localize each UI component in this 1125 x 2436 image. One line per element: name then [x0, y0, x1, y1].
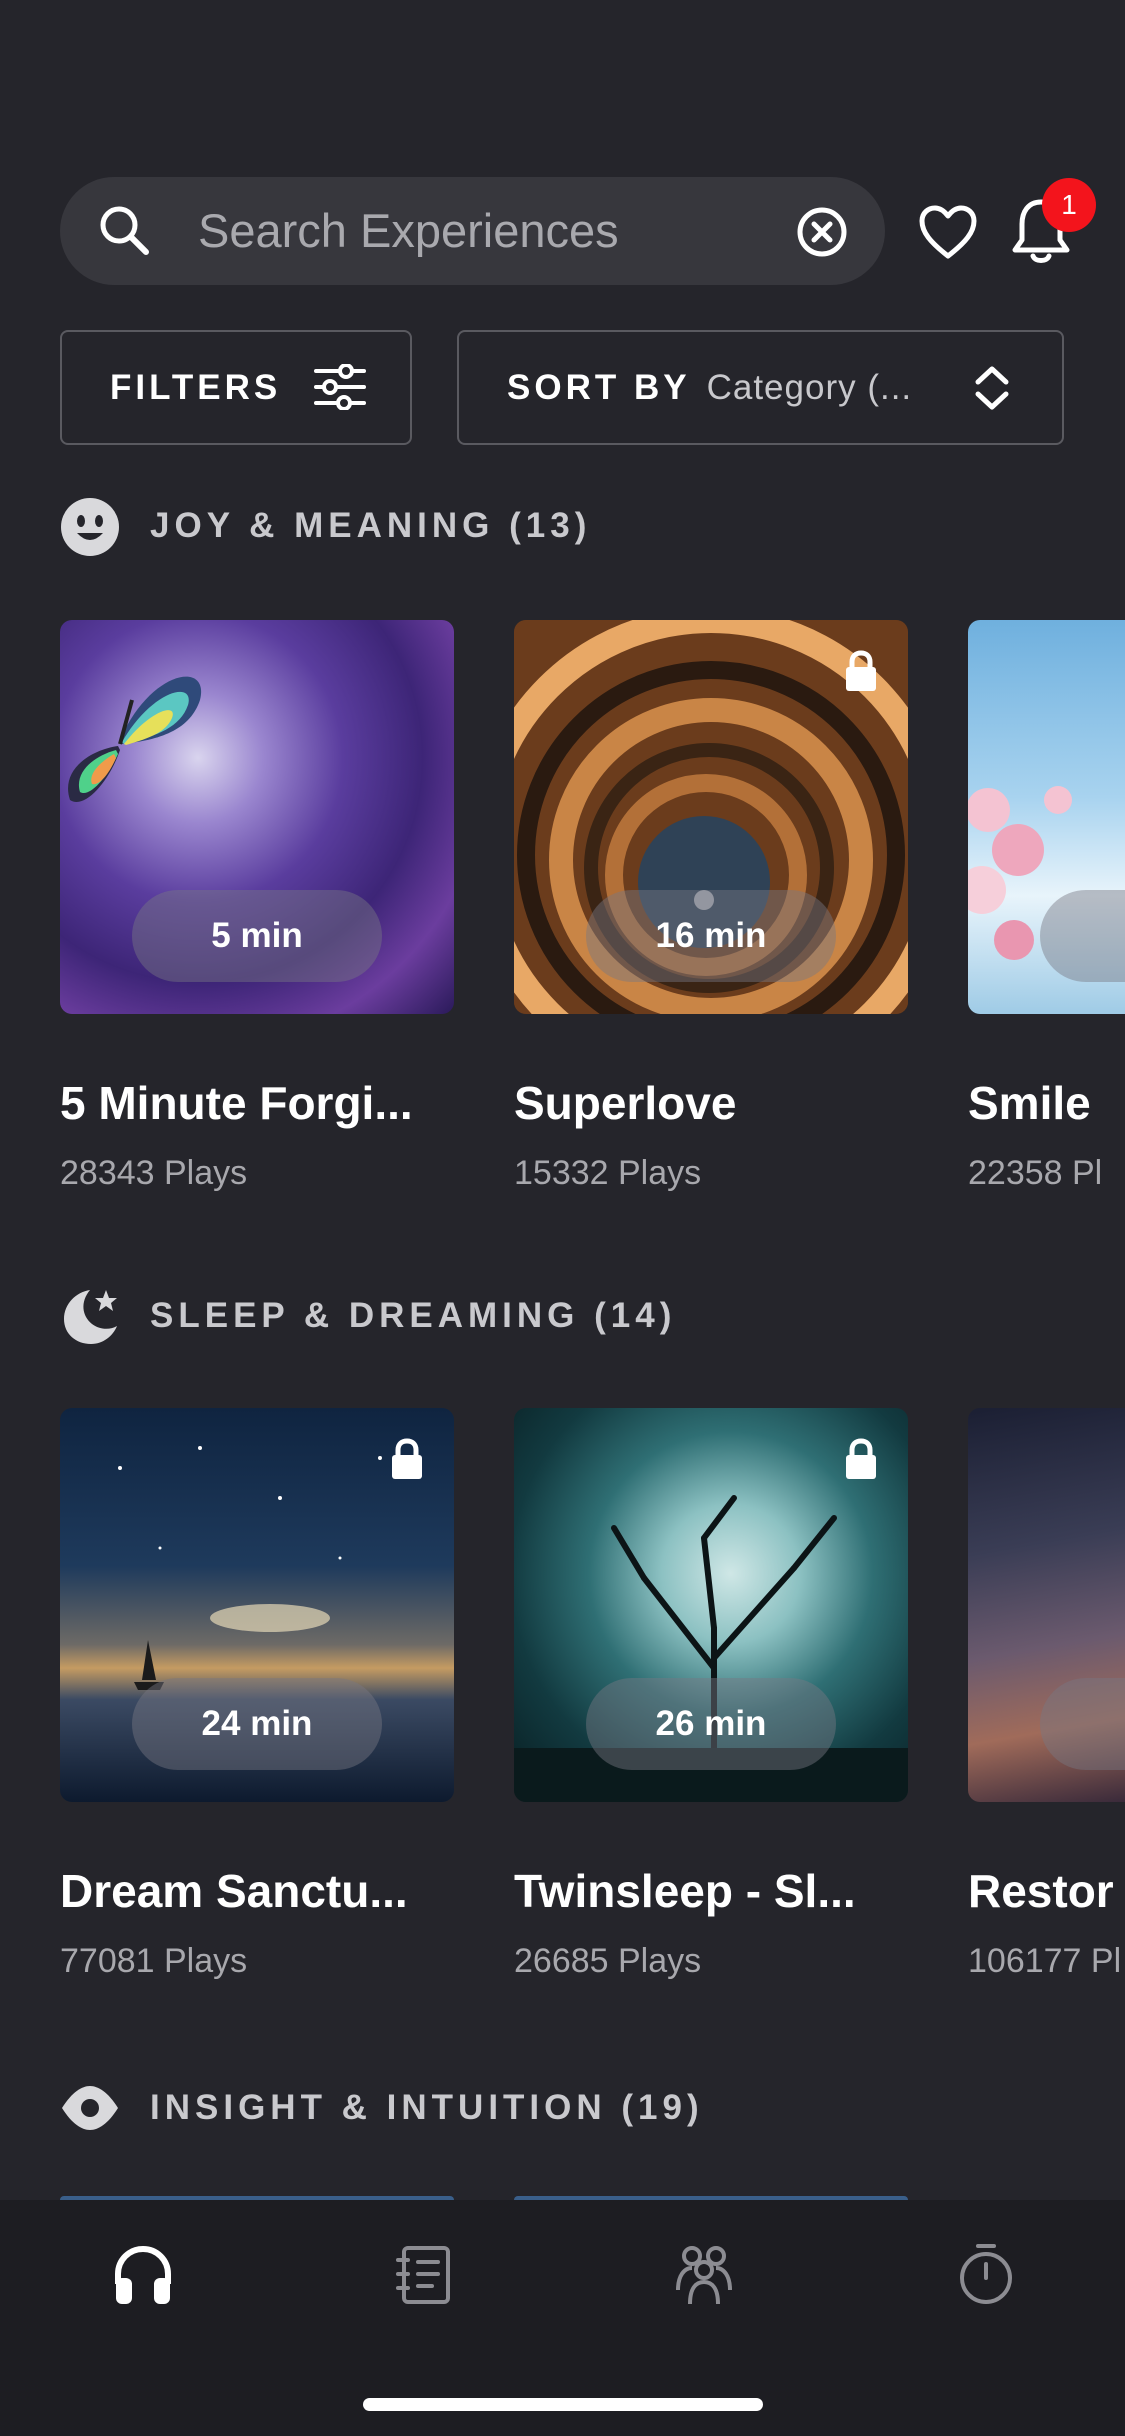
butterfly-image [68, 676, 202, 802]
experience-card-image[interactable]: 26 min [514, 1408, 908, 1802]
sort-by-value: Category (... [706, 367, 913, 407]
section-title: INSIGHT & INTUITION (19) [150, 2088, 704, 2127]
smiley-face-icon [61, 498, 119, 556]
duration-pill: 16 [1040, 890, 1125, 982]
search-input[interactable] [198, 195, 758, 265]
lock-icon [846, 1438, 876, 1479]
experience-card-image[interactable]: 16 [968, 620, 1125, 1014]
experience-title[interactable]: Smile [968, 1076, 1091, 1130]
section-title: JOY & MEANING (13) [150, 506, 592, 545]
experience-card-image[interactable]: 24 min [60, 1408, 454, 1802]
duration-pill: 5 min [132, 890, 382, 982]
experience-plays: 106177 Pl [968, 1942, 1122, 1980]
journal-icon[interactable] [396, 2244, 452, 2306]
experience-card-image[interactable]: 1 [968, 1408, 1125, 1802]
lock-icon [846, 650, 876, 691]
experience-plays: 15332 Plays [514, 1154, 702, 1192]
timer-icon[interactable] [956, 2242, 1016, 2306]
experience-plays: 28343 Plays [60, 1154, 248, 1192]
experience-plays: 26685 Plays [514, 1942, 702, 1980]
experience-card-image[interactable]: 5 min [60, 620, 454, 1014]
community-icon[interactable] [672, 2242, 736, 2306]
search-icon [100, 206, 149, 255]
notification-badge: 1 [1042, 178, 1096, 232]
favorites-heart-icon[interactable] [918, 204, 978, 260]
experience-plays: 77081 Plays [60, 1942, 248, 1980]
headphones-icon[interactable] [112, 2244, 174, 2306]
duration-pill: 16 min [586, 890, 836, 982]
lock-icon [392, 1438, 422, 1479]
experience-title[interactable]: Dream Sanctu... [60, 1864, 408, 1918]
experience-title[interactable]: Twinsleep - Sl... [514, 1864, 856, 1918]
sort-by-label: SORT BY [507, 367, 691, 407]
experience-title[interactable]: Restor [968, 1864, 1114, 1918]
clear-search-icon[interactable] [795, 205, 849, 259]
sliders-icon [314, 364, 366, 410]
eye-icon [62, 2086, 118, 2130]
chevron-up-down-icon [975, 366, 1009, 410]
experience-title[interactable]: Superlove [514, 1076, 736, 1130]
filters-label: FILTERS [110, 367, 282, 407]
home-indicator [363, 2398, 763, 2411]
duration-pill: 1 [1040, 1678, 1125, 1770]
duration-pill: 24 min [132, 1678, 382, 1770]
experience-card-image[interactable]: 16 min [514, 620, 908, 1014]
experience-title[interactable]: 5 Minute Forgi... [60, 1076, 413, 1130]
duration-pill: 26 min [586, 1678, 836, 1770]
section-title: SLEEP & DREAMING (14) [150, 1296, 677, 1335]
moon-star-icon [64, 1290, 117, 1344]
experience-plays: 22358 Pl [968, 1154, 1103, 1192]
